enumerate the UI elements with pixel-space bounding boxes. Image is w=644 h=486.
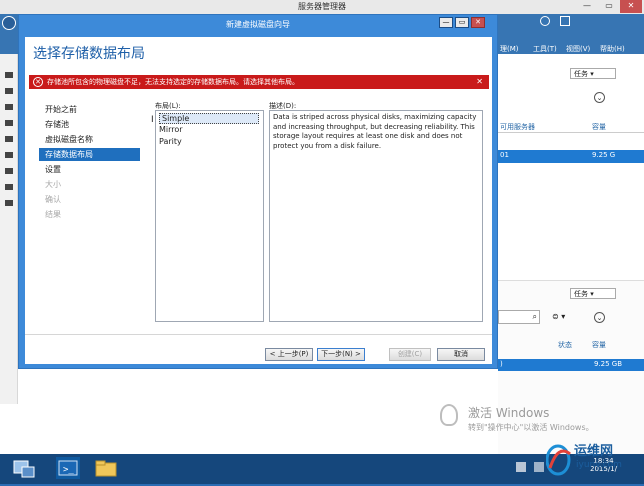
servers-icon[interactable]	[5, 136, 13, 142]
tasks-label-2: 任务	[574, 290, 588, 298]
row2-server: )	[500, 360, 503, 368]
step-storage-layout[interactable]: 存储数据布局	[45, 149, 93, 160]
tasks-dropdown-top[interactable]: 任务 ▾	[570, 68, 616, 79]
watermark-brand: 运维网	[574, 444, 614, 459]
activation-subtitle: 转到"操作中心"以激活 Windows。	[468, 423, 594, 432]
row2-capacity: 9.25 GB	[594, 360, 623, 368]
step-settings[interactable]: 设置	[45, 164, 61, 175]
column-header-capacity-2[interactable]: 容量	[592, 340, 606, 350]
watermark-domain: iyunv.com	[576, 460, 622, 470]
notification-flag-icon[interactable]	[560, 16, 570, 26]
step-confirmation: 确认	[45, 195, 61, 204]
tray-flag-icon[interactable]	[516, 462, 526, 472]
wizard-maximize-button[interactable]: ▭	[455, 17, 469, 28]
page-title: 选择存储数据布局	[33, 46, 145, 62]
step-size: 大小	[45, 180, 61, 189]
wizard-title: 新建虚拟磁盘向导	[226, 20, 290, 29]
shares-icon[interactable]	[5, 200, 13, 206]
tray-network-icon[interactable]	[534, 462, 544, 472]
step-storage-pool[interactable]: 存储池	[45, 119, 69, 130]
filter-options-icon[interactable]: ⊜ ▾	[552, 312, 565, 321]
wizard-close-button[interactable]: ✕	[471, 17, 485, 28]
tasks-label: 任务	[574, 70, 588, 78]
volumes-icon[interactable]	[5, 152, 13, 158]
close-icon[interactable]: ✕	[476, 75, 483, 89]
disks-icon[interactable]	[5, 168, 13, 174]
table-row-2[interactable]: ) 9.25 GB	[498, 359, 644, 371]
server-manager-nav	[0, 54, 18, 404]
expand-icon-2[interactable]: ⌄	[594, 312, 605, 323]
step-virtual-disk-name[interactable]: 虚拟磁盘名称	[45, 134, 93, 145]
step-results: 结果	[45, 210, 61, 219]
error-icon: ✕	[33, 77, 43, 87]
new-virtual-disk-wizard: 新建虚拟磁盘向导 — ▭ ✕ 选择存储数据布局 ✕ 存储池所包含的物理磁盘不足，…	[18, 14, 498, 369]
refresh-icon[interactable]	[540, 16, 550, 26]
local-server-icon[interactable]	[5, 88, 13, 94]
activation-title: 激活 Windows	[468, 406, 550, 420]
layout-option-mirror[interactable]: Mirror	[159, 125, 183, 134]
all-servers-icon[interactable]	[5, 104, 13, 110]
cancel-button[interactable]: 取消	[437, 348, 485, 361]
menu-manage[interactable]: 理(M)	[500, 44, 519, 54]
key-icon	[440, 404, 458, 426]
description-text: Data is striped across physical disks, m…	[269, 110, 483, 322]
error-banner: ✕ 存储池所包含的物理磁盘不足，无法支持选定的存储数据布局。请选择其他布局。 ✕	[29, 75, 489, 89]
tasks-dropdown-bottom[interactable]: 任务 ▾	[570, 288, 616, 299]
menu-view[interactable]: 视图(V)	[566, 44, 590, 54]
create-button: 创建(C)	[389, 348, 431, 361]
error-text: 存储池所包含的物理磁盘不足，无法支持选定的存储数据布局。请选择其他布局。	[47, 78, 299, 86]
layout-listbox[interactable]: Simple Mirror Parity	[155, 110, 264, 322]
file-explorer-taskbar-icon[interactable]	[94, 457, 118, 479]
server-manager-title: 服务器管理器	[0, 0, 644, 14]
row-server: 01	[500, 151, 509, 159]
mouse-cursor-icon: I	[151, 115, 154, 125]
storage-pools-icon[interactable]	[5, 184, 13, 190]
svg-text:>_: >_	[63, 465, 74, 475]
server-manager-taskbar-icon[interactable]	[12, 457, 36, 479]
expand-icon[interactable]: ⌄	[594, 92, 605, 103]
column-header-server[interactable]: 可用服务器	[500, 122, 535, 132]
search-icon: ⌕	[532, 312, 537, 321]
next-button[interactable]: 下一步(N) >	[317, 348, 365, 361]
server-manager-content: 任务 ▾ ⌄ 可用服务器 容量 01 9.25 G 任务 ▾ ⌕ ⊜ ▾ ⌄ 状…	[498, 54, 644, 456]
previous-button[interactable]: < 上一步(P)	[265, 348, 313, 361]
minimize-button[interactable]: —	[576, 0, 598, 13]
maximize-button[interactable]: ▭	[598, 0, 620, 13]
powershell-taskbar-icon[interactable]: >_	[56, 457, 80, 479]
back-button[interactable]	[2, 16, 16, 30]
table-row[interactable]: 01 9.25 G	[498, 150, 644, 163]
layout-option-parity[interactable]: Parity	[159, 137, 182, 146]
filter-input[interactable]: ⌕	[498, 310, 540, 324]
wizard-minimize-button[interactable]: —	[439, 17, 453, 28]
file-storage-icon[interactable]	[5, 120, 13, 126]
column-header-capacity[interactable]: 容量	[592, 122, 606, 132]
divider	[25, 334, 492, 335]
site-watermark-logo: 运维网 iyunv.com	[545, 434, 642, 484]
menu-tools[interactable]: 工具(T)	[533, 44, 557, 54]
layout-option-simple[interactable]: Simple	[159, 113, 259, 124]
wizard-body: 选择存储数据布局 ✕ 存储池所包含的物理磁盘不足，无法支持选定的存储数据布局。请…	[25, 37, 492, 364]
menu-help[interactable]: 帮助(H)	[600, 44, 625, 54]
row-capacity: 9.25 G	[592, 151, 616, 159]
step-before-you-begin[interactable]: 开始之前	[45, 104, 77, 115]
close-button[interactable]: ✕	[620, 0, 642, 13]
column-header-status[interactable]: 状态	[558, 340, 572, 350]
dashboard-icon[interactable]	[5, 72, 13, 78]
divider	[498, 132, 644, 133]
